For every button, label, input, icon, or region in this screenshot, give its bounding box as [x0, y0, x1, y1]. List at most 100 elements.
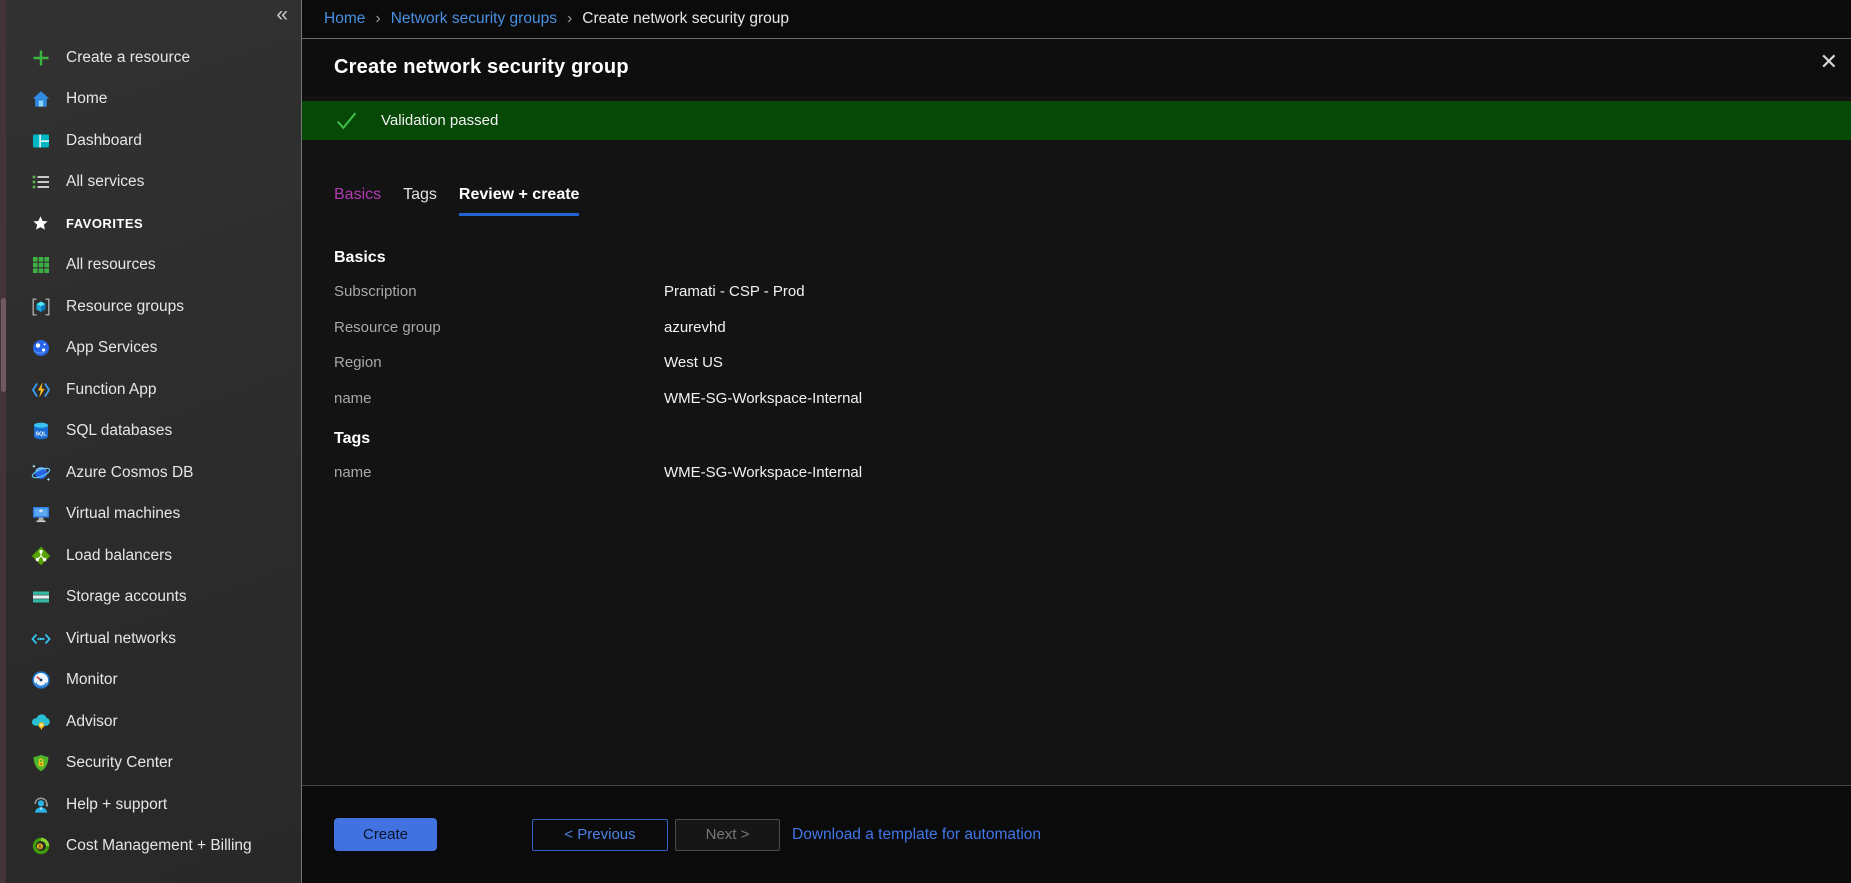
chevron-right-icon: › [567, 10, 572, 28]
chevron-right-icon: › [375, 10, 380, 28]
svg-text:$: $ [38, 845, 41, 851]
row-value: WME-SG-Workspace-Internal [664, 390, 862, 407]
svg-text:SQL: SQL [35, 432, 47, 438]
sidebar-item-azure-cosmos-db[interactable]: Azure Cosmos DB [6, 452, 301, 494]
sidebar-item-sql-databases[interactable]: SQL SQL databases [6, 411, 301, 453]
sidebar-item-label: Virtual networks [66, 630, 176, 648]
table-row: name WME-SG-Workspace-Internal [334, 381, 1851, 417]
close-icon[interactable]: ✕ [1820, 51, 1838, 73]
table-row: Subscription Pramati - CSP - Prod [334, 274, 1851, 310]
row-value: WME-SG-Workspace-Internal [664, 464, 862, 481]
sidebar-item-label: Monitor [66, 671, 118, 689]
sidebar-item-home[interactable]: Home [6, 79, 301, 121]
sidebar-item-label: Azure Cosmos DB [66, 464, 193, 482]
sidebar-item-function-app[interactable]: Function App [6, 369, 301, 411]
sidebar-item-label: Security Center [66, 754, 173, 772]
sidebar-item-cost-management-billing[interactable]: $ Cost Management + Billing [6, 826, 301, 868]
table-row: Region West US [334, 345, 1851, 381]
sidebar-item-label: Storage accounts [66, 588, 187, 606]
sidebar-item-help-support[interactable]: Help + support [6, 784, 301, 826]
create-button[interactable]: Create [334, 818, 437, 851]
tab-tags[interactable]: Tags [403, 186, 437, 216]
sidebar-nav: Create a resource Home Dashboard All ser… [6, 37, 301, 867]
blade-header: Create network security group ✕ [302, 39, 1851, 96]
previous-button[interactable]: < Previous [532, 819, 668, 851]
next-button[interactable]: Next > [675, 819, 780, 851]
validation-banner: Validation passed [302, 101, 1851, 140]
tab-basics[interactable]: Basics [334, 186, 381, 216]
sidebar-item-label: SQL databases [66, 422, 172, 440]
sidebar-item-dashboard[interactable]: Dashboard [6, 120, 301, 162]
sidebar: « Create a resource Home Dashboard All s… [0, 0, 301, 883]
sidebar-item-label: Resource groups [66, 298, 184, 316]
sidebar-item-app-services[interactable]: App Services [6, 328, 301, 370]
star-icon [30, 213, 51, 234]
sidebar-item-virtual-networks[interactable]: Virtual networks [6, 618, 301, 660]
sidebar-item-label: Help + support [66, 796, 167, 814]
security-center-icon [30, 753, 51, 774]
tab-review-create[interactable]: Review + create [459, 186, 580, 216]
sidebar-item-advisor[interactable]: Advisor [6, 701, 301, 743]
validation-message: Validation passed [381, 112, 498, 129]
download-template-link[interactable]: Download a template for automation [792, 826, 1041, 844]
sidebar-item-label: Cost Management + Billing [66, 837, 252, 855]
all-services-icon [30, 172, 51, 193]
resource-groups-icon [30, 296, 51, 317]
row-label: name [334, 390, 664, 407]
review-create-panel: Basics Tags Review + create Basics Subsc… [302, 140, 1851, 785]
sidebar-item-label: Load balancers [66, 547, 172, 565]
row-label: name [334, 464, 664, 481]
home-icon [30, 89, 51, 110]
help-support-icon [30, 794, 51, 815]
sidebar-item-resource-groups[interactable]: Resource groups [6, 286, 301, 328]
virtual-machines-icon [30, 504, 51, 525]
breadcrumb-current-page: Create network security group [582, 10, 789, 28]
basics-rows: Subscription Pramati - CSP - Prod Resour… [334, 274, 1851, 416]
sidebar-item-label: All resources [66, 256, 156, 274]
storage-accounts-icon [30, 587, 51, 608]
row-value: Pramati - CSP - Prod [664, 283, 805, 300]
advisor-icon [30, 711, 51, 732]
sidebar-item-label: Virtual machines [66, 505, 180, 523]
sidebar-item-all-services[interactable]: All services [6, 162, 301, 204]
sidebar-item-security-center[interactable]: Security Center [6, 743, 301, 785]
row-value: azurevhd [664, 319, 726, 336]
row-label: Resource group [334, 319, 664, 336]
tags-section-heading: Tags [334, 430, 1851, 448]
basics-section-heading: Basics [334, 249, 1851, 267]
breadcrumb: Home › Network security groups › Create … [302, 0, 1851, 39]
table-row: name WME-SG-Workspace-Internal [334, 455, 1851, 491]
sidebar-item-create-a-resource[interactable]: Create a resource [6, 37, 301, 79]
table-row: Resource group azurevhd [334, 310, 1851, 346]
page-title: Create network security group [334, 56, 629, 79]
sidebar-item-label: Function App [66, 381, 156, 399]
sidebar-item-label: Advisor [66, 713, 118, 731]
sidebar-collapse-button[interactable]: « [276, 4, 288, 25]
sidebar-item-load-balancers[interactable]: Load balancers [6, 535, 301, 577]
sidebar-item-all-resources[interactable]: All resources [6, 245, 301, 287]
tab-bar: Basics Tags Review + create [334, 186, 1851, 216]
row-label: Region [334, 354, 664, 371]
sidebar-item-label: Create a resource [66, 49, 190, 67]
sidebar-item-label: All services [66, 173, 144, 191]
sidebar-item-label: Home [66, 90, 107, 108]
sidebar-item-label: App Services [66, 339, 157, 357]
breadcrumb-network-security-groups-link[interactable]: Network security groups [391, 10, 557, 28]
sql-databases-icon: SQL [30, 421, 51, 442]
cost-management-icon: $ [30, 836, 51, 857]
virtual-networks-icon [30, 628, 51, 649]
dashboard-icon [30, 130, 51, 151]
app-services-icon [30, 338, 51, 359]
sidebar-item-monitor[interactable]: Monitor [6, 660, 301, 702]
row-label: Subscription [334, 283, 664, 300]
breadcrumb-home-link[interactable]: Home [324, 10, 365, 28]
sidebar-item-storage-accounts[interactable]: Storage accounts [6, 577, 301, 619]
all-resources-icon [30, 255, 51, 276]
sidebar-favorites-label: FAVORITES [66, 216, 143, 231]
function-app-icon [30, 379, 51, 400]
sidebar-item-label: Dashboard [66, 132, 142, 150]
tags-rows: name WME-SG-Workspace-Internal [334, 455, 1851, 491]
sidebar-item-virtual-machines[interactable]: Virtual machines [6, 494, 301, 536]
footer-action-bar: Create < Previous Next > Download a temp… [302, 785, 1851, 883]
plus-icon [30, 47, 51, 68]
